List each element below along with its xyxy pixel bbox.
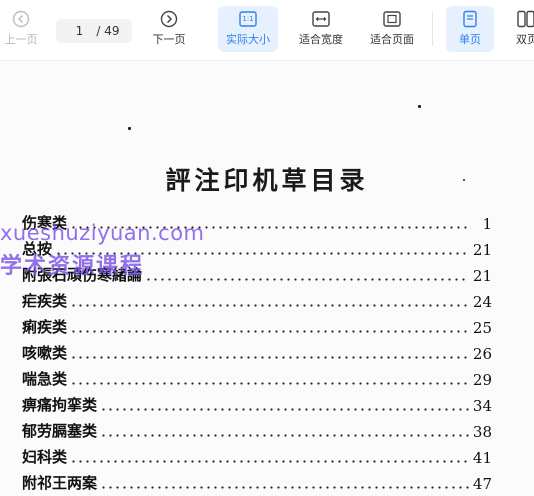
fit-width-label: 适合宽度	[299, 33, 343, 46]
toc-entry-title: 附祁王两案	[22, 474, 98, 492]
total-pages: / 49	[96, 24, 120, 38]
toc-leader-dots	[70, 318, 469, 334]
page-number-input[interactable]	[68, 24, 91, 38]
fit-page-icon	[382, 9, 402, 29]
fit-width-button[interactable]: 适合宽度	[291, 6, 351, 52]
toc-row[interactable]: 妇科类 41	[22, 445, 492, 467]
page-counter: / 49	[56, 19, 132, 43]
fit-page-button[interactable]: 适合页面	[362, 6, 422, 52]
toc-entry-title: 郁劳膈塞类	[22, 422, 98, 440]
actual-size-label: 实际大小	[226, 33, 270, 46]
document-page: 評注印机草目录 伤寒类 1 总按 21 附張石頑伤寒緒論 21 疟疾类 24 痢疾类 25 咳嗽类 2…	[0, 61, 534, 496]
single-page-button[interactable]: 单页	[446, 6, 494, 52]
toolbar: 上一页 / 49 下一页 1:1 实际大小 适合宽度 适合页面 单页	[0, 0, 534, 61]
toc-leader-dots	[145, 266, 469, 282]
fit-page-label: 适合页面	[370, 33, 414, 46]
chevron-right-circle-icon	[159, 9, 179, 29]
toc-entry-title: 疟疾类	[22, 292, 68, 310]
toc-entry-title: 痢疾类	[22, 318, 68, 336]
toc-entry-page: 24	[472, 293, 492, 311]
toc-leader-dots	[100, 474, 469, 490]
toc-row[interactable]: 附祁王两案 47	[22, 471, 492, 493]
toc-leader-dots	[70, 370, 469, 386]
watermark-url: xueshuziyuan.com	[0, 221, 205, 245]
next-page-label: 下一页	[152, 33, 186, 46]
toc-row[interactable]: 郁劳膈塞类 38	[22, 419, 492, 441]
toc-entry-page: 26	[472, 345, 492, 363]
toc-entry-page: 41	[472, 449, 492, 467]
double-page-icon	[516, 9, 534, 29]
toc-entry-title: 痹痛拘挛类	[22, 396, 98, 414]
page-title: 評注印机草目录	[165, 166, 369, 195]
actual-size-icon-text: 1:1	[242, 15, 254, 23]
chevron-left-circle-icon	[11, 9, 31, 29]
toc-leader-dots	[70, 344, 469, 360]
single-page-label: 单页	[459, 33, 481, 46]
toc-leader-dots	[70, 448, 469, 464]
toc-entry-page: 47	[472, 475, 492, 493]
toc-entry-page: 25	[472, 319, 492, 337]
toc-entry-page: 21	[472, 267, 492, 285]
actual-size-button[interactable]: 1:1 实际大小	[218, 6, 278, 52]
next-page-button[interactable]: 下一页	[146, 6, 192, 52]
scan-speck	[418, 105, 421, 108]
toc-leader-dots	[100, 422, 469, 438]
toc-leader-dots	[70, 292, 469, 308]
scan-speck	[128, 127, 131, 130]
toc-leader-dots	[100, 396, 469, 412]
toc-entry-page: 34	[472, 397, 492, 415]
toc-row[interactable]: 喘急类 29	[22, 367, 492, 389]
double-page-button[interactable]: 双页	[508, 6, 534, 52]
prev-page-label: 上一页	[4, 33, 38, 46]
toc-entry-page: 21	[472, 241, 492, 259]
toc-entry-page: 1	[482, 215, 492, 233]
toc-row[interactable]: 咳嗽类 26	[22, 341, 492, 363]
toc-row[interactable]: 疟疾类 24	[22, 289, 492, 311]
single-page-icon	[460, 9, 480, 29]
toc-entry-title: 妇科类	[22, 448, 68, 466]
toc-row[interactable]: 痢疾类 25	[22, 315, 492, 337]
toolbar-divider	[432, 12, 433, 46]
fit-width-icon	[311, 9, 331, 29]
watermark-text: 学术资源课程	[0, 254, 145, 279]
toc-entry-title: 喘急类	[22, 370, 68, 388]
toc-entry-page: 38	[472, 423, 492, 441]
toc-entry-page: 29	[472, 371, 492, 389]
prev-page-button[interactable]: 上一页	[0, 6, 42, 52]
toc-entry-title: 咳嗽类	[22, 344, 68, 362]
double-page-label: 双页	[516, 33, 534, 46]
toc-row[interactable]: 痹痛拘挛类 34	[22, 393, 492, 415]
